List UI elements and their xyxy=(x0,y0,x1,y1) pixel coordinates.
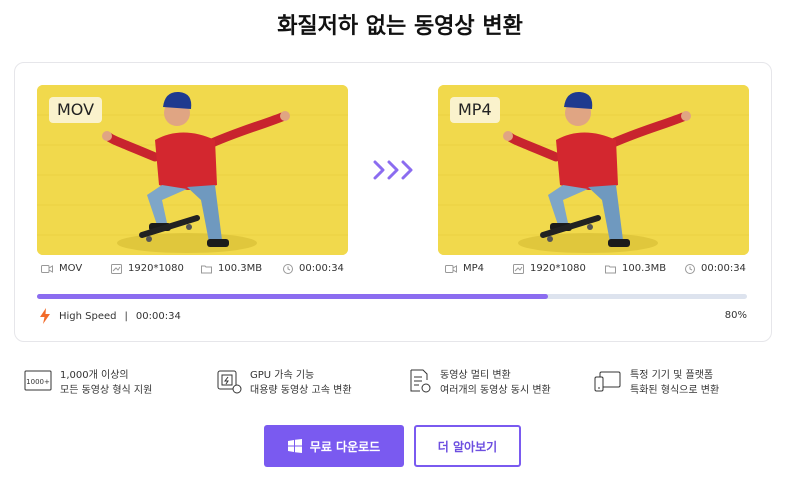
conversion-progress-bar xyxy=(37,294,747,299)
feature-list: 1000+ 1,000개 이상의 모든 동영상 형식 지원 GPU 가속 기능 … xyxy=(0,368,800,402)
conversion-preview-card: MOV MP4 MOV 1920*1080 100.3MB 00:00:34 M… xyxy=(14,62,772,342)
feature-item: 특정 기기 및 플랫폼 특화된 형식으로 변환 xyxy=(594,368,719,398)
target-video-thumbnail: MP4 xyxy=(438,85,749,255)
learn-more-label: 더 알아보기 xyxy=(437,439,498,454)
progress-percent: 80% xyxy=(724,310,747,321)
source-format-badge: MOV xyxy=(49,97,103,123)
source-video-thumbnail: MOV xyxy=(37,85,348,255)
speed-status: High Speed | 00:00:34 xyxy=(39,308,181,324)
feature-line: 특정 기기 및 플랫폼 xyxy=(630,370,714,381)
clock-icon xyxy=(283,263,293,274)
source-duration: 00:00:34 xyxy=(299,263,344,274)
target-meta-row: MP4 1920*1080 100.3MB 00:00:34 xyxy=(445,263,756,277)
feature-line: 동영상 멀티 변환 xyxy=(440,370,511,381)
gpu-chip-icon xyxy=(217,370,242,394)
progress-fill xyxy=(37,294,549,299)
source-file-size: 100.3MB xyxy=(218,263,263,274)
feature-line: 1,000개 이상의 xyxy=(60,370,129,381)
target-duration: 00:00:34 xyxy=(701,263,746,274)
devices-icon xyxy=(594,371,621,392)
free-download-button[interactable]: 무료 다운로드 xyxy=(264,425,404,467)
speed-separator: | xyxy=(124,310,128,322)
page-title: 화질저하 없는 동영상 변환 xyxy=(277,14,523,39)
source-format: MOV xyxy=(59,263,83,274)
learn-more-button[interactable]: 더 알아보기 xyxy=(414,425,521,467)
convert-arrows-icon xyxy=(373,160,413,180)
batch-list-icon xyxy=(410,369,431,393)
elapsed-time: 00:00:34 xyxy=(135,310,181,322)
feature-item: 1000+ 1,000개 이상의 모든 동영상 형식 지원 xyxy=(24,368,152,398)
video-camera-icon xyxy=(445,264,457,273)
folder-icon xyxy=(201,265,212,273)
feature-line: GPU 가속 기능 xyxy=(250,370,315,381)
clock-icon xyxy=(685,263,695,274)
feature-item: 동영상 멀티 변환 여러개의 동영상 동시 변환 xyxy=(408,368,551,398)
resolution-icon xyxy=(111,263,122,274)
svg-text:1000+: 1000+ xyxy=(26,378,50,386)
feature-item: GPU 가속 기능 대용량 동영상 고속 변환 xyxy=(216,368,352,398)
folder-icon xyxy=(605,265,616,273)
feature-line: 여러개의 동영상 동시 변환 xyxy=(440,385,551,396)
speed-label: High Speed xyxy=(59,310,117,322)
video-camera-icon xyxy=(41,264,53,273)
lightning-icon xyxy=(40,308,50,324)
feature-line: 특화된 형식으로 변환 xyxy=(630,385,720,396)
target-file-size: 100.3MB xyxy=(622,263,667,274)
windows-icon xyxy=(287,439,302,453)
resolution-icon xyxy=(513,263,524,274)
source-meta-row: MOV 1920*1080 100.3MB 00:00:34 xyxy=(41,263,352,277)
format-1000-icon: 1000+ xyxy=(24,370,52,391)
target-format-badge: MP4 xyxy=(450,97,500,123)
source-resolution: 1920*1080 xyxy=(128,263,184,274)
feature-line: 대용량 동영상 고속 변환 xyxy=(250,385,352,396)
free-download-label: 무료 다운로드 xyxy=(309,439,381,454)
target-format: MP4 xyxy=(463,263,485,274)
target-resolution: 1920*1080 xyxy=(530,263,586,274)
feature-line: 모든 동영상 형식 지원 xyxy=(60,385,153,396)
